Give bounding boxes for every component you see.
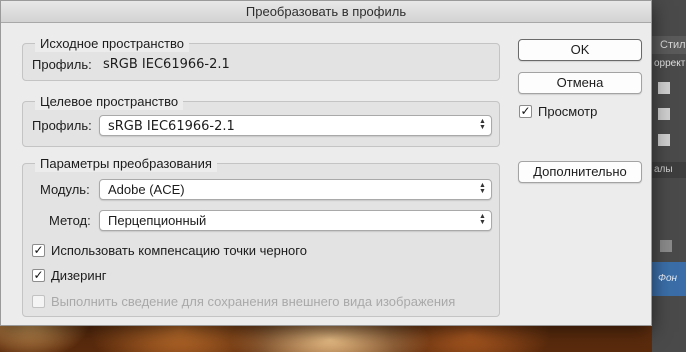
target-space-legend: Целевое пространство: [35, 93, 184, 110]
panel-tab-channels[interactable]: алы: [652, 162, 686, 178]
layer-row-background[interactable]: Фон: [652, 262, 686, 296]
source-profile-label: Профиль:: [32, 57, 92, 72]
intent-label: Метод:: [49, 213, 91, 228]
layer-tool-icon[interactable]: [660, 240, 672, 252]
adjustment-icon[interactable]: [658, 134, 670, 146]
intent-select[interactable]: Перцепционный ▲ ▼: [99, 210, 492, 231]
select-arrows-icon: ▲ ▼: [479, 182, 486, 195]
adjustment-icon[interactable]: [658, 82, 670, 94]
flatten-image-label: Выполнить сведение для сохранения внешне…: [51, 294, 456, 309]
ok-button[interactable]: OK: [518, 39, 642, 61]
select-arrows-icon: ▲ ▼: [479, 118, 486, 131]
source-space-group: Исходное пространство Профиль: sRGB IEC6…: [22, 35, 500, 81]
source-profile-value: sRGB IEC61966-2.1: [103, 57, 230, 72]
black-point-compensation-label: Использовать компенсацию точки черного: [51, 243, 307, 258]
panel-tab-styles[interactable]: Стил: [652, 36, 686, 54]
checkbox-unchecked-icon: [32, 295, 45, 308]
target-profile-select[interactable]: sRGB IEC61966-2.1 ▲ ▼: [99, 115, 492, 136]
intent-select-value: Перцепционный: [108, 213, 207, 228]
preview-label: Просмотр: [538, 104, 598, 119]
source-space-legend: Исходное пространство: [35, 35, 190, 52]
engine-label: Модуль:: [40, 182, 90, 197]
conversion-options-legend: Параметры преобразования: [35, 155, 217, 172]
target-profile-label: Профиль:: [32, 118, 92, 133]
adjustment-icon[interactable]: [658, 108, 670, 120]
checkbox-checked-icon[interactable]: ✓: [519, 105, 532, 118]
dither-checkbox[interactable]: ✓ Дизеринг: [32, 267, 492, 285]
black-point-compensation-checkbox[interactable]: ✓ Использовать компенсацию точки черного: [32, 242, 492, 260]
conversion-options-group: Параметры преобразования Модуль: Adobe (…: [22, 155, 500, 317]
dither-label: Дизеринг: [51, 268, 107, 283]
flatten-image-checkbox: Выполнить сведение для сохранения внешне…: [32, 293, 492, 311]
checkbox-checked-icon[interactable]: ✓: [32, 269, 45, 282]
engine-select[interactable]: Adobe (ACE) ▲ ▼: [99, 179, 492, 200]
select-arrows-icon: ▲ ▼: [479, 213, 486, 226]
panel-tab-adjustments[interactable]: оррект: [652, 56, 686, 72]
checkbox-checked-icon[interactable]: ✓: [32, 244, 45, 257]
cancel-button[interactable]: Отмена: [518, 72, 642, 94]
target-profile-select-value: sRGB IEC61966-2.1: [108, 119, 235, 134]
dialog-title: Преобразовать в профиль: [1, 1, 651, 23]
target-space-group: Целевое пространство Профиль: sRGB IEC61…: [22, 93, 500, 147]
engine-select-value: Adobe (ACE): [108, 182, 185, 197]
convert-to-profile-dialog: Преобразовать в профиль Исходное простра…: [0, 0, 652, 326]
advanced-button[interactable]: Дополнительно: [518, 161, 642, 183]
preview-checkbox[interactable]: ✓ Просмотр: [519, 103, 639, 121]
